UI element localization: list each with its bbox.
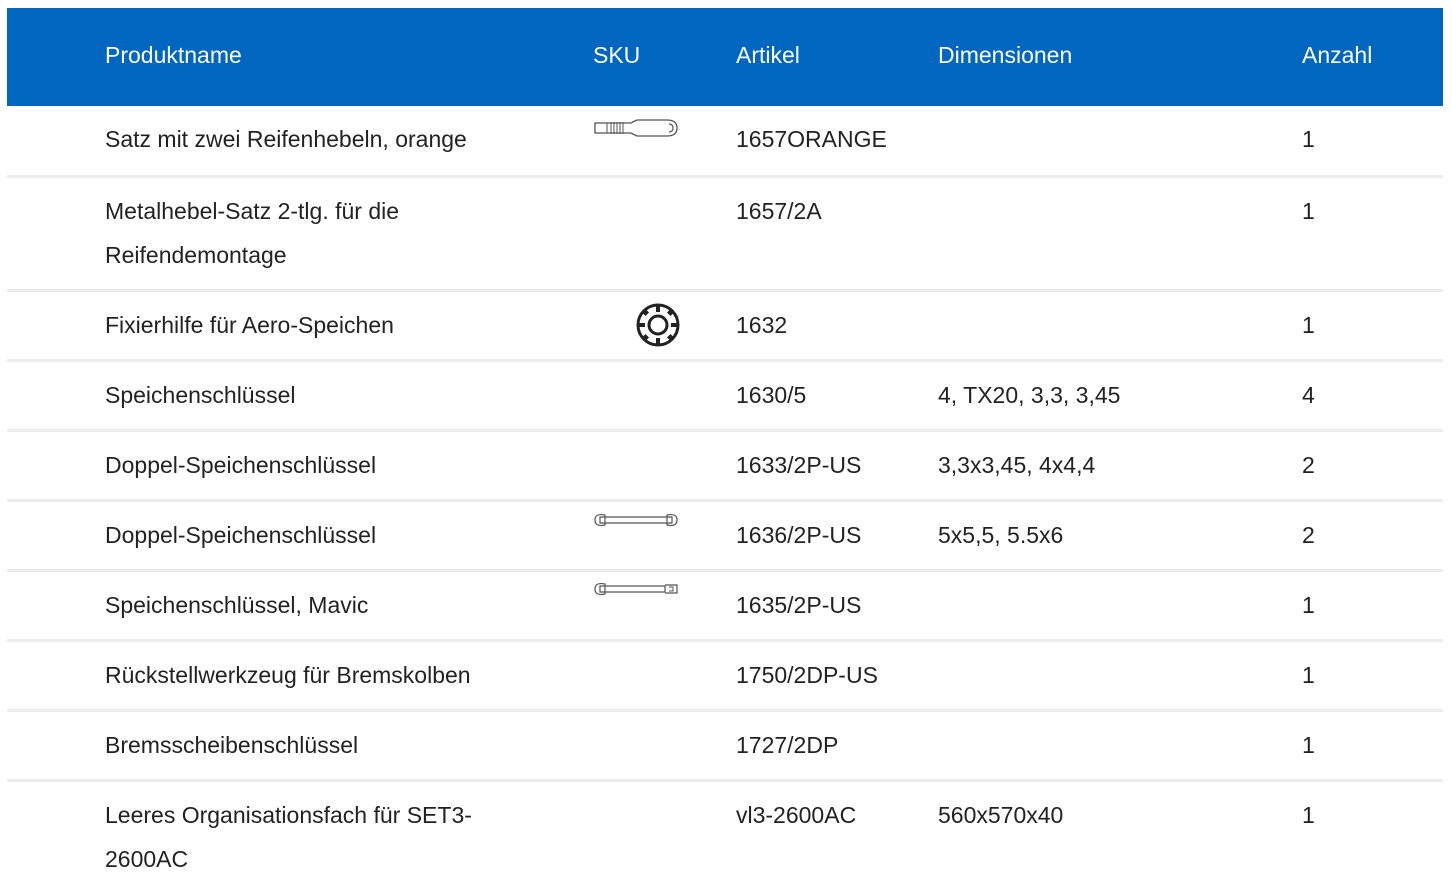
article-number: 1630/5: [736, 382, 807, 408]
product-name: Speichenschlüssel, Mavic: [105, 592, 369, 618]
table-row: Metalhebel-Satz 2-tlg. für die Reifendem…: [7, 178, 1443, 292]
article-number: 1657ORANGE: [736, 126, 887, 152]
quantity: 1: [1302, 126, 1315, 152]
product-name: Doppel-Speichenschlüssel: [105, 522, 377, 548]
aero-spoke-holder-icon: [636, 303, 680, 347]
quantity: 2: [1302, 522, 1315, 548]
product-name: Leeres Organisationsfach für SET3-2600AC: [105, 802, 472, 872]
quantity: 1: [1302, 592, 1315, 618]
mavic-spoke-wrench-icon: [594, 582, 678, 596]
product-name: Rückstellwerkzeug für Bremskolben: [105, 662, 471, 688]
header-dimensions: Dimensionen: [938, 42, 1073, 68]
product-table: Produktname SKU Artikel Dimensionen Anza…: [7, 8, 1443, 892]
table-row: Bremsscheibenschlüssel 1727/2DP 1: [7, 712, 1443, 782]
article-number: vl3-2600AC: [736, 802, 857, 828]
header-product-name: Produktname: [105, 42, 242, 68]
quantity: 1: [1302, 802, 1315, 828]
table-header: Produktname SKU Artikel Dimensionen Anza…: [7, 8, 1443, 106]
article-number: 1750/2DP-US: [736, 662, 878, 688]
table-row: Fixierhilfe für Aero-Speichen 1632 1: [7, 292, 1443, 362]
article-number: 1727/2DP: [736, 732, 839, 758]
article-number: 1636/2P-US: [736, 522, 862, 548]
tire-lever-icon: [594, 119, 678, 137]
table-row: Speichenschlüssel, Mavic 1635/2P-US 1: [7, 572, 1443, 642]
dimensions: 3,3x3,45, 4x4,4: [938, 452, 1096, 478]
dimensions: 560x570x40: [938, 802, 1064, 828]
article-number: 1632: [736, 312, 788, 338]
header-article: Artikel: [736, 42, 800, 68]
product-name: Doppel-Speichenschlüssel: [105, 452, 377, 478]
dimensions: 5x5,5, 5.5x6: [938, 522, 1064, 548]
quantity: 1: [1302, 732, 1315, 758]
product-name: Satz mit zwei Reifenhebeln, orange: [105, 126, 467, 152]
dimensions: 4, TX20, 3,3, 3,45: [938, 382, 1121, 408]
quantity: 2: [1302, 452, 1315, 478]
quantity: 1: [1302, 662, 1315, 688]
product-name: Speichenschlüssel: [105, 382, 296, 408]
quantity: 4: [1302, 382, 1315, 408]
table-row: Doppel-Speichenschlüssel 1633/2P-US 3,3x…: [7, 432, 1443, 502]
quantity: 1: [1302, 198, 1315, 224]
product-name: Metalhebel-Satz 2-tlg. für die Reifendem…: [105, 198, 400, 268]
product-name: Fixierhilfe für Aero-Speichen: [105, 312, 394, 338]
article-number: 1633/2P-US: [736, 452, 862, 478]
product-name: Bremsscheibenschlüssel: [105, 732, 359, 758]
double-spoke-wrench-icon: [594, 513, 678, 527]
table-row: Leeres Organisationsfach für SET3-2600AC…: [7, 782, 1443, 892]
table-row: Rückstellwerkzeug für Bremskolben 1750/2…: [7, 642, 1443, 712]
article-number: 1657/2A: [736, 198, 822, 224]
quantity: 1: [1302, 312, 1315, 338]
table-row: Satz mit zwei Reifenhebeln, orange 1657O…: [7, 106, 1443, 178]
article-number: 1635/2P-US: [736, 592, 862, 618]
table-row: Doppel-Speichenschlüssel 1636/2P-US 5x5,…: [7, 502, 1443, 572]
header-quantity: Anzahl: [1302, 42, 1373, 68]
table-row: Speichenschlüssel 1630/5 4, TX20, 3,3, 3…: [7, 362, 1443, 432]
header-sku: SKU: [593, 42, 641, 68]
